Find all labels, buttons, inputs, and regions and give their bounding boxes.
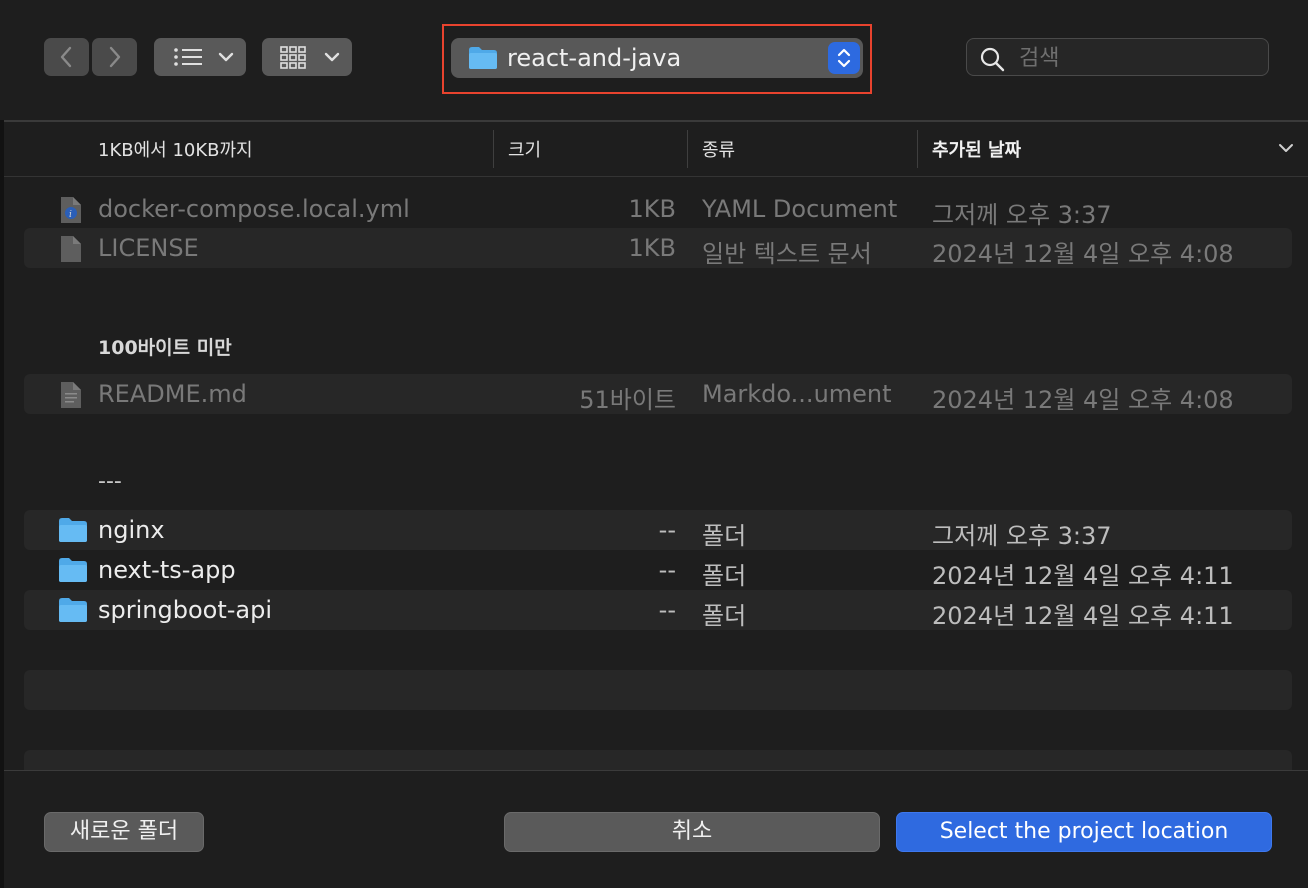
folder-icon [59,558,87,582]
empty-row-stripe [24,750,1292,770]
folder-row[interactable]: next-ts-app -- 폴더 2024년 12월 4일 오후 4:11 [24,550,1292,590]
column-date-added[interactable]: 추가된 날짜 [932,136,1021,162]
column-divider[interactable] [917,130,918,168]
file-date: 그저께 오후 3:37 [932,201,1112,229]
list-view-icon [174,48,234,66]
file-date: 그저께 오후 3:37 [932,522,1112,550]
search-icon [980,47,1005,72]
chevron-left-icon [60,46,72,68]
group-header: 100바이트 미만 [98,337,232,359]
cancel-button[interactable]: 취소 [504,812,880,852]
list-view-button[interactable] [154,38,246,76]
file-row[interactable]: README.md 51바이트 Markdo...ument 2024년 12월… [24,374,1292,414]
sort-chevron-down-icon[interactable] [1278,142,1294,154]
search-input[interactable] [1017,43,1261,73]
file-row[interactable]: LICENSE 1KB 일반 텍스트 문서 2024년 12월 4일 오후 4:… [24,228,1292,268]
select-location-button[interactable]: Select the project location [896,812,1272,852]
column-size[interactable]: 크기 [508,136,541,162]
file-name: docker-compose.local.yml [98,195,410,223]
folder-row[interactable]: nginx -- 폴더 그저께 오후 3:37 [24,510,1292,550]
file-size: -- [658,516,676,544]
document-icon [61,236,81,262]
folder-icon [59,598,87,622]
file-name: springboot-api [98,596,272,624]
file-date: 2024년 12월 4일 오후 4:08 [932,240,1234,268]
file-name: next-ts-app [98,556,236,584]
file-date: 2024년 12월 4일 오후 4:11 [932,602,1234,630]
file-kind: 폴더 [702,602,747,630]
group-view-button[interactable] [262,38,352,76]
file-kind: 폴더 [702,522,747,550]
file-row[interactable]: i docker-compose.local.yml 1KB YAML Docu… [24,189,1292,229]
footer-divider [4,770,1308,771]
new-folder-button[interactable]: 새로운 폴더 [44,812,204,852]
up-down-chevron-icon [837,48,851,68]
chevron-right-icon [109,46,121,68]
column-divider[interactable] [493,130,494,168]
file-kind: YAML Document [702,195,898,223]
file-name: LICENSE [98,234,199,262]
file-kind: 폴더 [702,562,747,590]
forward-button[interactable] [92,38,137,76]
empty-row-stripe [24,670,1292,710]
group-header: --- [98,469,122,494]
file-date: 2024년 12월 4일 오후 4:08 [932,386,1234,414]
column-name[interactable]: 1KB에서 10KB까지 [98,136,253,162]
column-kind[interactable]: 종류 [702,136,735,162]
back-button[interactable] [44,38,89,76]
file-name: README.md [98,380,247,408]
file-kind: 일반 텍스트 문서 [702,240,872,268]
current-folder-label: react-and-java [507,44,682,72]
header-divider [4,176,1308,177]
file-size: 1KB [628,195,676,223]
column-divider[interactable] [687,130,688,168]
file-size: 1KB [628,234,676,262]
file-size: 51바이트 [579,386,676,414]
file-name: nginx [98,516,165,544]
column-header: 1KB에서 10KB까지 크기 종류 추가된 날짜 [4,122,1308,176]
toolbar: react-and-java [0,0,1308,120]
folder-row[interactable]: springboot-api -- 폴더 2024년 12월 4일 오후 4:1… [24,590,1292,630]
file-date: 2024년 12월 4일 오후 4:11 [932,562,1234,590]
file-size: -- [658,556,676,584]
grid-view-icon [280,46,340,69]
folder-icon [59,518,87,542]
yaml-file-icon: i [61,197,81,223]
markdown-file-icon [61,382,81,408]
file-kind: Markdo...ument [702,380,892,408]
chevron-down-icon [218,52,234,62]
svg-text:i: i [69,210,72,220]
search-box[interactable] [966,38,1269,76]
file-size: -- [658,596,676,624]
location-popup[interactable]: react-and-java [451,38,863,78]
location-stepper[interactable] [828,42,860,74]
chevron-down-icon [324,52,340,62]
folder-icon [469,47,497,69]
